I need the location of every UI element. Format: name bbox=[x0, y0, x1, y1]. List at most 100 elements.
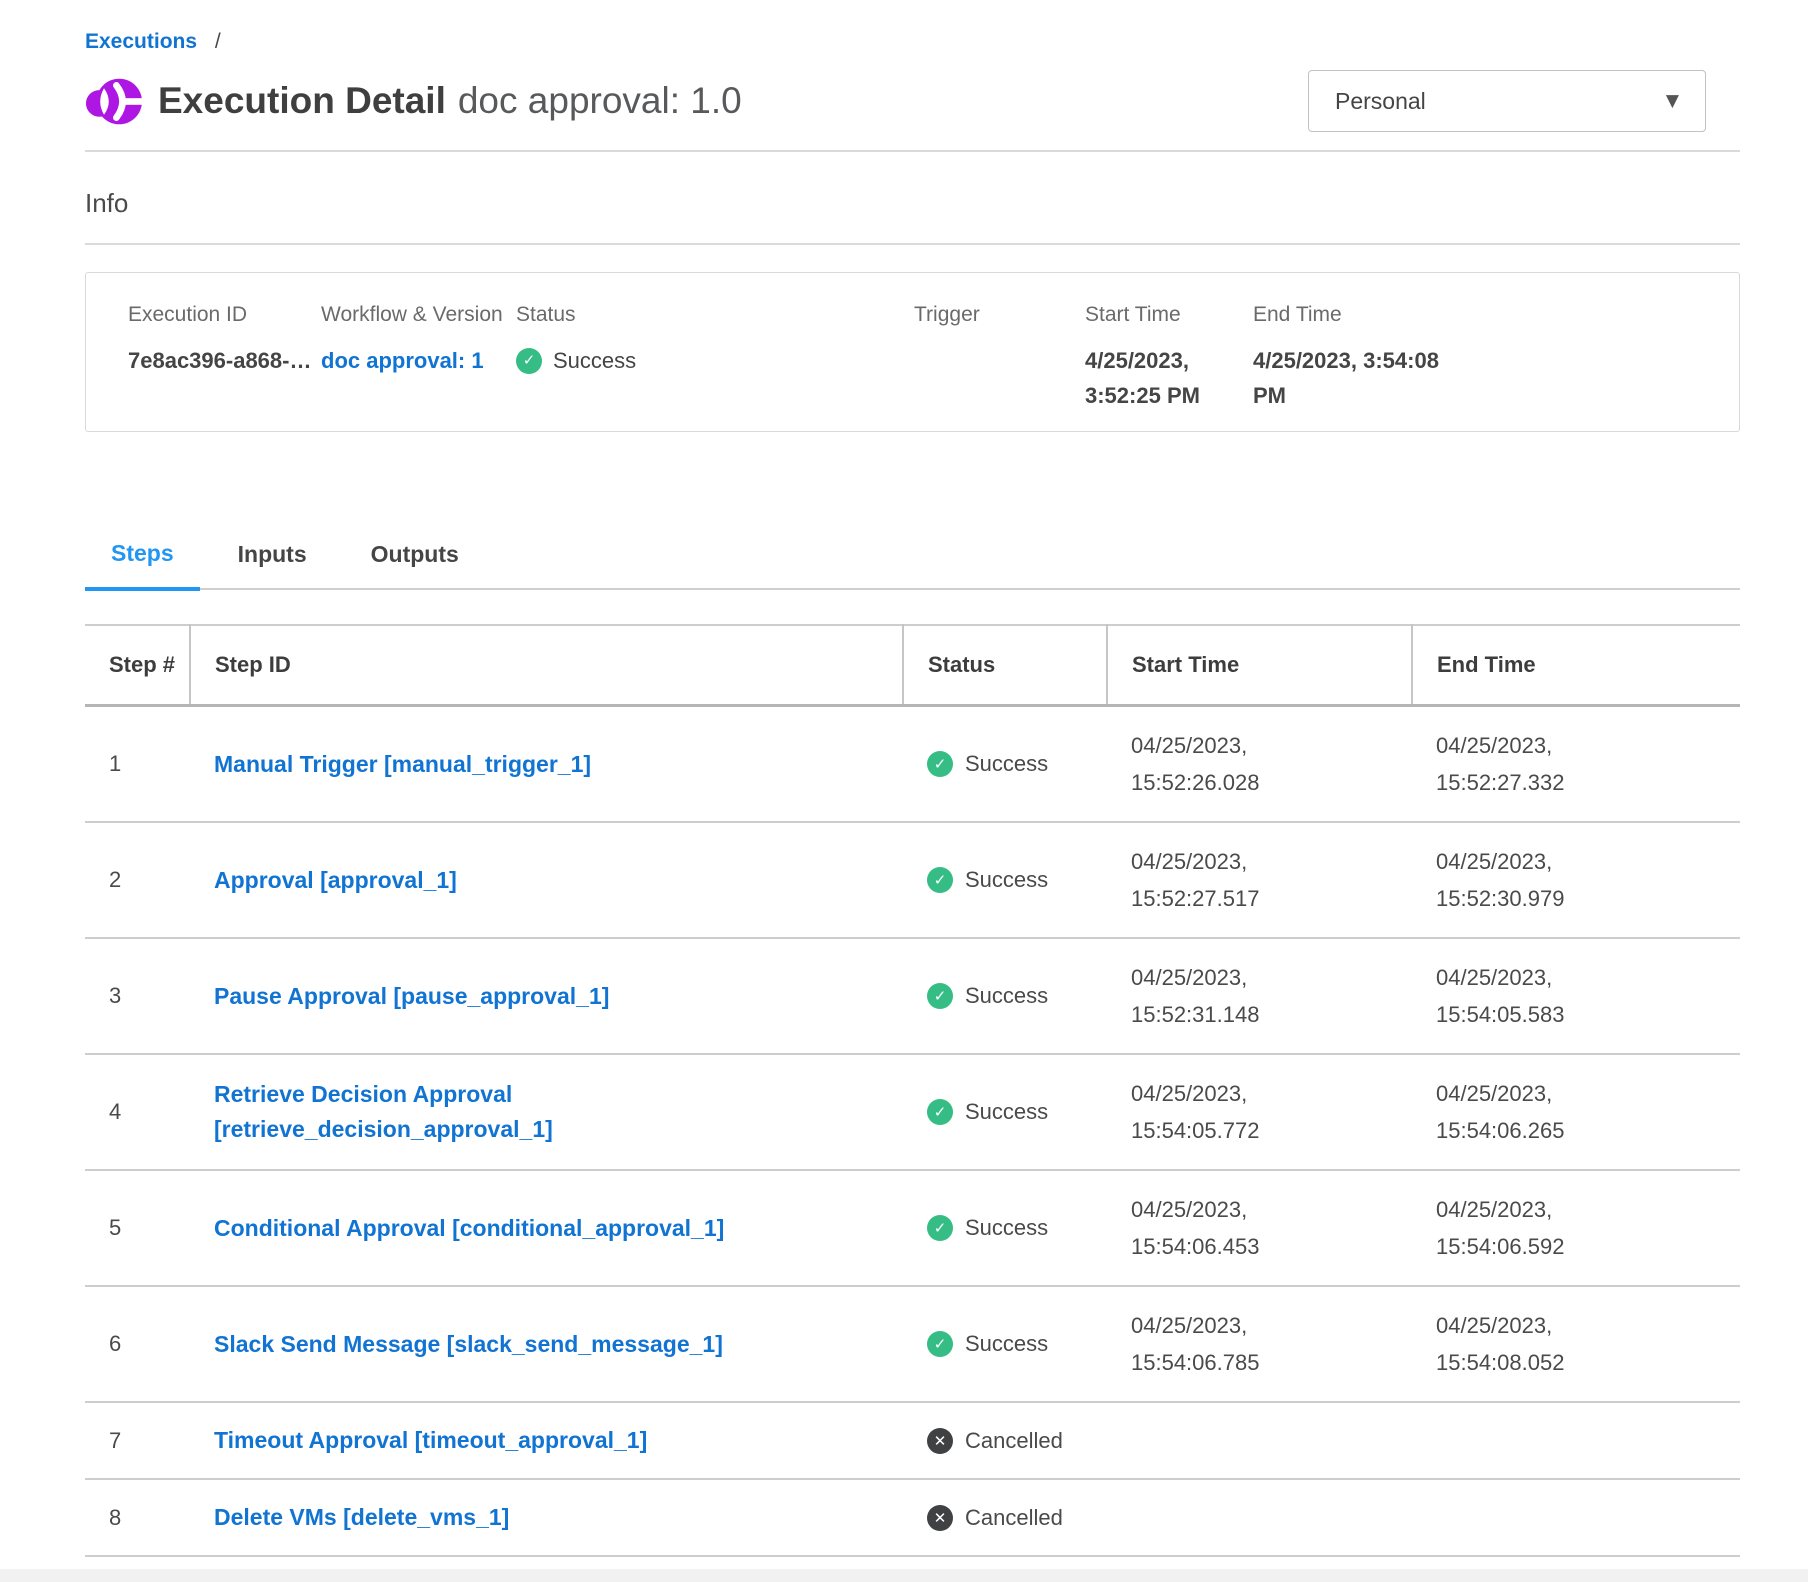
column-header-end-time: End Time bbox=[1412, 625, 1740, 706]
breadcrumb: Executions / bbox=[85, 30, 1740, 54]
end-time-cell: 04/25/2023, 15:52:30.979 bbox=[1412, 822, 1740, 938]
status-label: Success bbox=[553, 343, 636, 378]
step-id-link[interactable]: Delete VMs [delete_vms_1] bbox=[214, 1500, 509, 1535]
info-field-execution-id: Execution ID 7e8ac396-a868-… bbox=[128, 303, 321, 413]
x-circle-icon: ✕ bbox=[927, 1428, 953, 1454]
check-circle-icon: ✓ bbox=[927, 1215, 953, 1241]
table-row: 7 Timeout Approval [timeout_approval_1] … bbox=[85, 1402, 1740, 1479]
breadcrumb-link-executions[interactable]: Executions bbox=[85, 30, 197, 53]
workflow-version-link[interactable]: doc approval: 1 bbox=[321, 348, 484, 373]
status-label: Success bbox=[965, 867, 1048, 893]
steps-table: Step # Step ID Status Start Time End Tim… bbox=[85, 624, 1740, 1557]
status-label: Success bbox=[965, 1331, 1048, 1357]
status-label: Success bbox=[965, 1215, 1048, 1241]
table-row: 6 Slack Send Message [slack_send_message… bbox=[85, 1286, 1740, 1402]
step-id-link[interactable]: Conditional Approval [conditional_approv… bbox=[214, 1211, 724, 1246]
tab-outputs[interactable]: Outputs bbox=[371, 541, 459, 588]
column-header-start-time: Start Time bbox=[1107, 625, 1412, 706]
status-badge: ✕ Cancelled bbox=[927, 1428, 1097, 1454]
step-id-link[interactable]: Retrieve Decision Approval [retrieve_dec… bbox=[214, 1077, 774, 1147]
end-time-cell: 04/25/2023, 15:54:06.265 bbox=[1412, 1054, 1740, 1170]
table-header-row: Step # Step ID Status Start Time End Tim… bbox=[85, 625, 1740, 706]
status-badge: ✓ Success bbox=[927, 1099, 1097, 1125]
check-circle-icon: ✓ bbox=[927, 983, 953, 1009]
check-circle-icon: ✓ bbox=[927, 1331, 953, 1357]
workflow-logo-icon bbox=[85, 73, 142, 130]
column-header-step-number: Step # bbox=[85, 625, 190, 706]
tab-bar: Steps Inputs Outputs bbox=[85, 540, 1740, 590]
step-number: 5 bbox=[109, 1215, 121, 1240]
info-divider bbox=[85, 243, 1740, 245]
step-id-link[interactable]: Approval [approval_1] bbox=[214, 863, 457, 898]
page-title: Execution Detail bbox=[158, 80, 446, 122]
info-label: Status bbox=[516, 303, 914, 327]
title-divider bbox=[85, 150, 1740, 152]
status-label: Cancelled bbox=[965, 1505, 1063, 1531]
check-circle-icon: ✓ bbox=[516, 348, 542, 374]
tab-inputs[interactable]: Inputs bbox=[238, 541, 307, 588]
end-time-cell: 04/25/2023, 15:54:06.592 bbox=[1412, 1170, 1740, 1286]
start-time-cell: 04/25/2023, 15:52:26.028 bbox=[1107, 706, 1412, 823]
execution-id-value: 7e8ac396-a868-… bbox=[128, 343, 321, 378]
status-badge: ✓ Success bbox=[927, 1215, 1097, 1241]
table-row: 2 Approval [approval_1] ✓ Success 04/25/… bbox=[85, 822, 1740, 938]
bottom-band bbox=[0, 1569, 1808, 1582]
check-circle-icon: ✓ bbox=[927, 751, 953, 777]
step-number: 4 bbox=[109, 1099, 121, 1124]
step-number: 2 bbox=[109, 867, 121, 892]
info-label: Workflow & Version bbox=[321, 303, 516, 327]
start-time-cell: 04/25/2023, 15:54:06.453 bbox=[1107, 1170, 1412, 1286]
start-time-cell bbox=[1107, 1479, 1412, 1556]
status-label: Success bbox=[965, 751, 1048, 777]
step-number: 3 bbox=[109, 983, 121, 1008]
execution-detail-page: Executions / Execution Detail doc approv… bbox=[0, 0, 1808, 1557]
tab-steps[interactable]: Steps bbox=[85, 540, 200, 591]
info-section-heading: Info bbox=[85, 188, 1740, 219]
info-card: Execution ID 7e8ac396-a868-… Workflow & … bbox=[85, 272, 1740, 432]
page-subtitle: doc approval: 1.0 bbox=[458, 80, 742, 122]
status-badge: ✓ Success bbox=[927, 751, 1097, 777]
step-number: 6 bbox=[109, 1331, 121, 1356]
info-field-start-time: Start Time 4/25/2023, 3:52:25 PM bbox=[1085, 303, 1253, 413]
status-badge: ✓ Success bbox=[927, 983, 1097, 1009]
end-time-cell: 04/25/2023, 15:52:27.332 bbox=[1412, 706, 1740, 823]
x-circle-icon: ✕ bbox=[927, 1505, 953, 1531]
chevron-down-icon: ▼ bbox=[1666, 91, 1679, 111]
start-time-cell: 04/25/2023, 15:54:05.772 bbox=[1107, 1054, 1412, 1170]
steps-table-body: 1 Manual Trigger [manual_trigger_1] ✓ Su… bbox=[85, 706, 1740, 1557]
end-time-cell: 04/25/2023, 15:54:05.583 bbox=[1412, 938, 1740, 1054]
status-badge: ✕ Cancelled bbox=[927, 1505, 1097, 1531]
breadcrumb-separator: / bbox=[215, 30, 221, 53]
start-time-value: 4/25/2023, 3:52:25 PM bbox=[1085, 343, 1253, 413]
column-header-status: Status bbox=[903, 625, 1107, 706]
table-row: 5 Conditional Approval [conditional_appr… bbox=[85, 1170, 1740, 1286]
check-circle-icon: ✓ bbox=[927, 867, 953, 893]
table-row: 8 Delete VMs [delete_vms_1] ✕ Cancelled bbox=[85, 1479, 1740, 1556]
status-badge: ✓ Success bbox=[927, 1331, 1097, 1357]
info-field-workflow-version: Workflow & Version doc approval: 1 bbox=[321, 303, 516, 413]
info-field-end-time: End Time 4/25/2023, 3:54:08 PM bbox=[1253, 303, 1453, 413]
table-row: 1 Manual Trigger [manual_trigger_1] ✓ Su… bbox=[85, 706, 1740, 823]
status-label: Success bbox=[965, 983, 1048, 1009]
start-time-cell: 04/25/2023, 15:52:31.148 bbox=[1107, 938, 1412, 1054]
status-label: Success bbox=[965, 1099, 1048, 1125]
status-badge: ✓ Success bbox=[927, 867, 1097, 893]
end-time-cell bbox=[1412, 1479, 1740, 1556]
step-id-link[interactable]: Pause Approval [pause_approval_1] bbox=[214, 979, 609, 1014]
step-id-link[interactable]: Manual Trigger [manual_trigger_1] bbox=[214, 747, 591, 782]
column-header-step-id: Step ID bbox=[190, 625, 903, 706]
step-id-link[interactable]: Timeout Approval [timeout_approval_1] bbox=[214, 1423, 647, 1458]
start-time-cell bbox=[1107, 1402, 1412, 1479]
info-label: Execution ID bbox=[128, 303, 321, 327]
step-id-link[interactable]: Slack Send Message [slack_send_message_1… bbox=[214, 1327, 723, 1362]
start-time-cell: 04/25/2023, 15:54:06.785 bbox=[1107, 1286, 1412, 1402]
step-number: 8 bbox=[109, 1505, 121, 1530]
workspace-dropdown-value: Personal bbox=[1335, 88, 1426, 115]
workspace-dropdown[interactable]: Personal ▼ bbox=[1308, 70, 1706, 132]
title-row: Execution Detail doc approval: 1.0 Perso… bbox=[85, 70, 1740, 132]
end-time-value: 4/25/2023, 3:54:08 PM bbox=[1253, 343, 1448, 413]
check-circle-icon: ✓ bbox=[927, 1099, 953, 1125]
step-number: 1 bbox=[109, 751, 121, 776]
status-badge: ✓ Success bbox=[516, 343, 711, 378]
info-label: End Time bbox=[1253, 303, 1453, 327]
